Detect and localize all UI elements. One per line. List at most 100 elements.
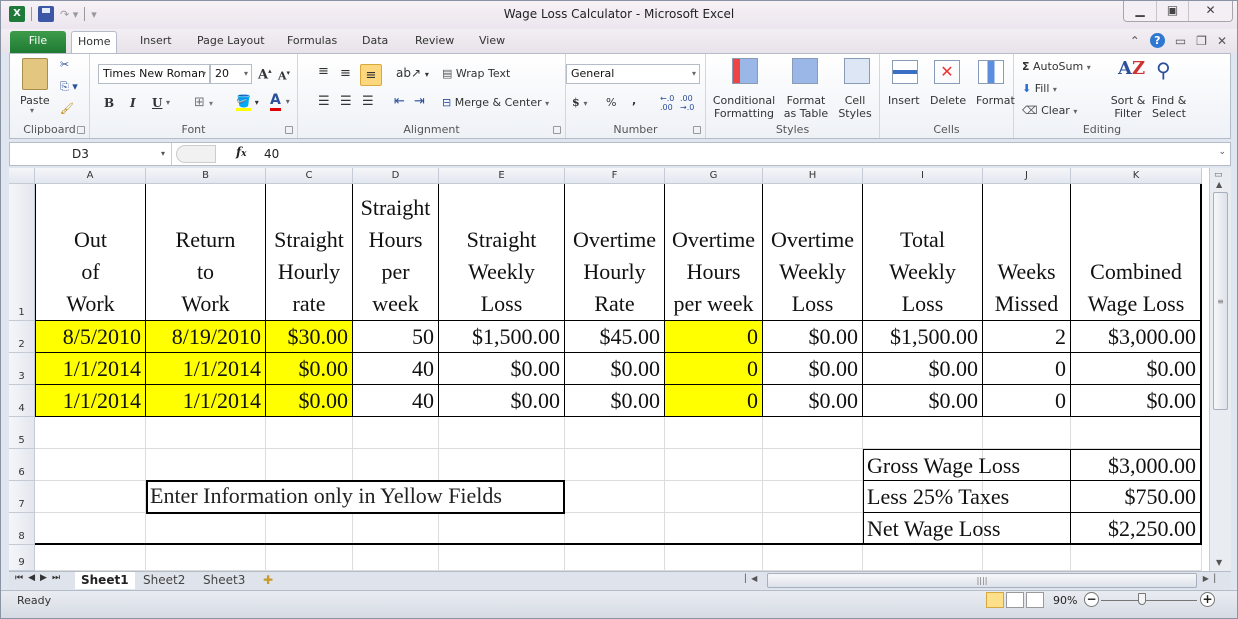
cell-empty[interactable]	[863, 417, 983, 449]
row-header-2[interactable]: 2	[9, 321, 35, 353]
copy-icon[interactable]: ⎘ ▾	[60, 80, 78, 94]
scroll-right-icon[interactable]: ▶▕	[1203, 574, 1215, 583]
cell-i3[interactable]: $0.00	[863, 353, 983, 385]
align-right-icon[interactable]: ☰	[362, 94, 374, 109]
merge-center-button[interactable]: ⊟ Merge & Center ▾	[442, 96, 549, 109]
decrease-indent-icon[interactable]: ⇤	[394, 94, 405, 109]
conditional-formatting-icon[interactable]	[732, 58, 758, 84]
cell-j3[interactable]: 0	[983, 353, 1071, 385]
cell-a4[interactable]: 1/1/2014	[35, 385, 146, 417]
cell-empty[interactable]	[35, 545, 146, 571]
decrease-decimal-icon[interactable]: .00 →.0	[680, 94, 694, 112]
clipboard-launcher-icon[interactable]	[77, 126, 85, 134]
cell-empty[interactable]	[353, 513, 439, 545]
cell-a3[interactable]: 1/1/2014	[35, 353, 146, 385]
header-cell-b[interactable]: Return to Work	[146, 184, 266, 321]
cell-d3[interactable]: 40	[353, 353, 439, 385]
cell-empty[interactable]	[146, 449, 266, 481]
bold-button[interactable]: B	[104, 96, 114, 110]
cell-f3[interactable]: $0.00	[565, 353, 665, 385]
cell-empty[interactable]	[146, 417, 266, 449]
cell-g3[interactable]: 0	[665, 353, 763, 385]
align-left-icon[interactable]: ☰	[318, 94, 330, 109]
cut-icon[interactable]: ✂	[60, 58, 69, 71]
zoom-slider-track[interactable]	[1101, 600, 1197, 601]
zoom-level[interactable]: 90%	[1053, 594, 1077, 607]
cell-b3[interactable]: 1/1/2014	[146, 353, 266, 385]
grow-font-icon[interactable]: A▴	[258, 66, 272, 82]
cell-empty[interactable]	[146, 545, 266, 571]
minimize-ribbon-icon[interactable]: ⌃	[1130, 34, 1140, 48]
cell-j2[interactable]: 2	[983, 321, 1071, 353]
cell-empty[interactable]	[35, 513, 146, 545]
header-cell-d[interactable]: Straight Hours per week	[353, 184, 439, 321]
format-painter-icon[interactable]: 🖌	[60, 102, 74, 115]
align-bottom-icon[interactable]: ≡	[360, 64, 382, 86]
cell-empty[interactable]	[353, 417, 439, 449]
clear-button[interactable]: ⌫ Clear ▾	[1022, 104, 1077, 117]
cell-empty[interactable]	[665, 481, 763, 513]
column-header-c[interactable]: C	[266, 168, 353, 184]
cell-c2[interactable]: $30.00	[266, 321, 353, 353]
cell-empty[interactable]	[266, 417, 353, 449]
cell-i4[interactable]: $0.00	[863, 385, 983, 417]
cell-empty[interactable]	[439, 513, 565, 545]
increase-decimal-icon[interactable]: ←.0.00	[660, 94, 674, 112]
select-all-corner[interactable]	[9, 168, 35, 184]
cell-k4[interactable]: $0.00	[1071, 385, 1202, 417]
conditional-formatting-button[interactable]: Conditional Formatting	[712, 94, 776, 120]
font-color-icon[interactable]: A ▾	[270, 92, 290, 111]
row-header-5[interactable]: 5	[9, 417, 35, 449]
cell-empty[interactable]	[665, 417, 763, 449]
row-header-7[interactable]: 7	[9, 481, 35, 513]
header-cell-i[interactable]: Total Weekly Loss	[863, 184, 983, 321]
column-header-i[interactable]: I	[863, 168, 983, 184]
cell-h4[interactable]: $0.00	[763, 385, 863, 417]
cell-empty[interactable]	[353, 545, 439, 571]
row-header-9[interactable]: 9	[9, 545, 35, 571]
orientation-icon[interactable]: ab↗ ▾	[396, 66, 429, 80]
paste-button[interactable]: Paste	[20, 94, 50, 107]
horizontal-scroll-thumb[interactable]: ||||	[767, 573, 1197, 588]
sheet-nav-buttons[interactable]: ⏮◀▶⏭	[15, 573, 65, 583]
cell-empty[interactable]	[266, 449, 353, 481]
cell-empty[interactable]	[439, 449, 565, 481]
name-box-dropdown-icon[interactable]: ▾	[161, 143, 165, 165]
cell-g2[interactable]: 0	[665, 321, 763, 353]
cell-styles-button[interactable]: Cell Styles	[838, 94, 872, 120]
zoom-in-button[interactable]: +	[1200, 592, 1215, 607]
comma-button[interactable]: ,	[632, 94, 636, 107]
currency-button[interactable]: $ ▾	[572, 96, 588, 109]
tab-home[interactable]: Home	[71, 31, 118, 54]
help-icon[interactable]: ?	[1149, 33, 1165, 48]
cell-f4[interactable]: $0.00	[565, 385, 665, 417]
column-header-b[interactable]: B	[146, 168, 266, 184]
delete-button[interactable]: Delete	[930, 94, 966, 107]
cell-c3[interactable]: $0.00	[266, 353, 353, 385]
cell-empty[interactable]	[565, 417, 665, 449]
page-break-view-button[interactable]	[1026, 592, 1044, 608]
row-header-1[interactable]: 1	[9, 184, 35, 321]
tab-page-layout[interactable]: Page Layout	[191, 31, 271, 53]
cell-empty[interactable]	[439, 545, 565, 571]
expand-formula-bar-icon[interactable]: ⌄	[1218, 147, 1226, 157]
zoom-out-button[interactable]: −	[1084, 592, 1099, 607]
insert-function-icon[interactable]: fx	[236, 145, 247, 159]
formula-bar-splitter[interactable]	[176, 145, 216, 163]
zoom-slider-thumb[interactable]	[1138, 593, 1146, 605]
tab-view[interactable]: View	[473, 31, 511, 53]
cell-d4[interactable]: 40	[353, 385, 439, 417]
header-cell-c[interactable]: Straight Hourly rate	[266, 184, 353, 321]
number-format-select[interactable]: General ▾	[566, 64, 700, 84]
scroll-left-icon[interactable]: ▏◀	[745, 574, 757, 583]
insert-sheet-icon[interactable]: ✚	[257, 572, 279, 589]
sheet-tab-sheet3[interactable]: Sheet3	[197, 572, 251, 589]
header-cell-f[interactable]: Overtime Hourly Rate	[565, 184, 665, 321]
header-cell-g[interactable]: Overtime Hours per week	[665, 184, 763, 321]
sort-filter-icon[interactable]: AZ	[1118, 58, 1145, 79]
header-cell-h[interactable]: Overtime Weekly Loss	[763, 184, 863, 321]
tab-insert[interactable]: Insert	[134, 31, 178, 53]
align-middle-icon[interactable]: ≡	[340, 66, 351, 81]
find-select-icon[interactable]: ⚲	[1156, 58, 1171, 82]
workbook-restore-icon[interactable]: ❐	[1196, 34, 1207, 48]
